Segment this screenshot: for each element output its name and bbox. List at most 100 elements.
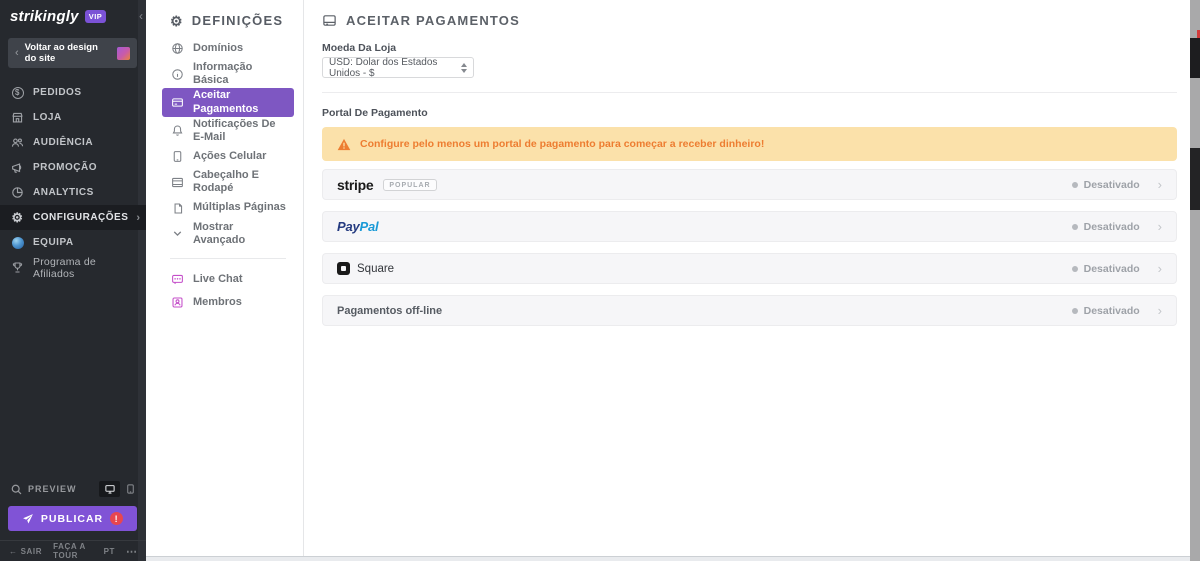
sidebar-item-label: EQUIPA bbox=[33, 237, 74, 248]
app-root: strikingly VIP ‹ ‹ Voltar ao design do s… bbox=[0, 0, 1200, 561]
device-toggle-group bbox=[99, 481, 136, 497]
pie-chart-icon bbox=[10, 185, 25, 200]
currency-select-value: USD: Dolar dos Estados Unidos - $ bbox=[329, 56, 438, 79]
sidebar-item-label: ANALYTICS bbox=[33, 187, 94, 198]
settings-item-cabecalho-e-rodape[interactable]: Cabeçalho E Rodapé bbox=[162, 168, 294, 196]
stripe-logo: stripe bbox=[337, 176, 374, 193]
sidebar-item-label: Programa de Afiliados bbox=[33, 255, 96, 280]
credit-card-icon bbox=[322, 13, 337, 28]
warning-text: Configure pelo menos um portal de pagame… bbox=[360, 138, 765, 150]
collapse-sidebar-icon[interactable]: ‹ bbox=[139, 9, 143, 23]
chevron-right-icon: › bbox=[1157, 303, 1162, 318]
bottom-edge-band bbox=[146, 557, 1200, 561]
page-title: ACEITAR PAGAMENTOS bbox=[346, 13, 520, 28]
publish-button[interactable]: PUBLICAR ! bbox=[8, 506, 137, 531]
gear-icon: ⚙ bbox=[11, 210, 24, 225]
sidebar-item-label: AUDIÊNCIA bbox=[33, 137, 94, 148]
gateway-status: Desativado › bbox=[1071, 177, 1162, 192]
chevron-right-icon: › bbox=[1157, 219, 1162, 234]
right-edge-strip bbox=[1190, 0, 1200, 561]
gateway-status: Desativado › bbox=[1071, 261, 1162, 276]
settings-item-dominios[interactable]: Domínios bbox=[162, 37, 294, 60]
main-content: ACEITAR PAGAMENTOS Moeda Da Loja USD: Do… bbox=[304, 0, 1200, 561]
sidebar-item-programa-de-afiliados[interactable]: Programa de Afiliados bbox=[0, 255, 146, 280]
sidebar-item-label: PROMOÇÃO bbox=[33, 162, 97, 173]
back-to-editor-button[interactable]: ‹ Voltar ao design do site bbox=[8, 38, 137, 68]
settings-item-live-chat[interactable]: Live Chat bbox=[162, 268, 294, 291]
strikingly-logo[interactable]: strikingly bbox=[10, 8, 79, 25]
megaphone-icon bbox=[10, 160, 25, 175]
desktop-preview-toggle[interactable] bbox=[99, 481, 120, 497]
status-label: Desativado bbox=[1083, 262, 1140, 275]
preview-label[interactable]: PREVIEW bbox=[28, 484, 77, 494]
sidebar-item-loja[interactable]: LOJA bbox=[0, 105, 146, 130]
member-icon bbox=[170, 295, 184, 309]
gateway-row-offline[interactable]: Pagamentos off-line Desativado › bbox=[322, 295, 1177, 326]
settings-item-mostrar-avancado[interactable]: Mostrar Avançado bbox=[162, 220, 294, 248]
sidebar-item-equipa[interactable]: EQUIPA bbox=[0, 230, 146, 255]
publish-label: PUBLICAR bbox=[40, 512, 104, 525]
settings-item-label: Aceitar Pagamentos bbox=[193, 89, 259, 115]
gateway-list: stripe POPULAR Desativado › PayPal Desat… bbox=[322, 169, 1177, 337]
publish-alert-badge: ! bbox=[110, 512, 124, 525]
gateway-status: Desativado › bbox=[1071, 303, 1162, 318]
more-options-icon[interactable]: ⋯ bbox=[126, 545, 137, 558]
right-strip-icon-block[interactable] bbox=[1190, 38, 1200, 78]
exit-link[interactable]: ← SAIR bbox=[9, 547, 42, 556]
warning-triangle-icon bbox=[337, 138, 351, 151]
settings-item-multiplas-paginas[interactable]: Múltiplas Páginas bbox=[162, 197, 294, 220]
globe-color-icon bbox=[10, 235, 25, 250]
select-arrows-icon bbox=[461, 62, 467, 73]
settings-item-label: Informação Básica bbox=[193, 61, 253, 87]
sidebar-item-promocao[interactable]: PROMOÇÃO bbox=[0, 155, 146, 180]
globe-icon bbox=[170, 42, 184, 56]
warning-banner: Configure pelo menos um portal de pagame… bbox=[322, 127, 1177, 161]
settings-item-label: Mostrar Avançado bbox=[193, 220, 246, 246]
rocket-icon bbox=[23, 513, 33, 523]
trophy-icon bbox=[10, 260, 25, 275]
currency-select[interactable]: USD: Dolar dos Estados Unidos - $ bbox=[322, 56, 474, 79]
logo-row: strikingly VIP ‹ bbox=[10, 4, 143, 28]
bottom-edge-line bbox=[146, 556, 1200, 557]
sidebar-item-pedidos[interactable]: $ PEDIDOS bbox=[0, 80, 146, 105]
settings-item-informacao-basica[interactable]: Informação Básica bbox=[162, 60, 294, 88]
sidebar-menu: $ PEDIDOS LOJA AUDIÊNCIA PROMOÇÃO ANALYT… bbox=[0, 80, 146, 280]
gear-icon: ⚙ bbox=[170, 12, 184, 29]
exit-label: SAIR bbox=[20, 546, 43, 556]
settings-items: Domínios Informação Básica Aceitar Pagam… bbox=[162, 37, 294, 314]
language-selector[interactable]: PT bbox=[104, 547, 115, 556]
status-label: Desativado bbox=[1083, 304, 1140, 317]
settings-divider bbox=[170, 257, 286, 259]
settings-item-aceitar-pagamentos[interactable]: Aceitar Pagamentos bbox=[162, 88, 294, 117]
storefront-icon bbox=[10, 110, 25, 125]
mobile-icon bbox=[170, 150, 184, 164]
gateway-row-stripe[interactable]: stripe POPULAR Desativado › bbox=[322, 169, 1177, 200]
sidebar-item-analytics[interactable]: ANALYTICS bbox=[0, 180, 146, 205]
sidebar-item-configuracoes[interactable]: ⚙ CONFIGURAÇÕES › bbox=[0, 205, 146, 230]
settings-item-notificacoes-de-email[interactable]: Notificações De E-Mail bbox=[162, 117, 294, 145]
paypal-logo: PayPal bbox=[337, 219, 379, 234]
settings-item-acoes-celular[interactable]: Ações Celular bbox=[162, 145, 294, 168]
mobile-preview-toggle[interactable] bbox=[124, 481, 136, 497]
people-icon bbox=[10, 135, 25, 150]
chevron-left-icon: ‹ bbox=[15, 47, 19, 59]
pages-icon bbox=[170, 201, 184, 215]
info-icon bbox=[170, 67, 184, 81]
chevron-right-icon: › bbox=[1157, 261, 1162, 276]
offline-payments-label: Pagamentos off-line bbox=[337, 304, 443, 317]
tour-link[interactable]: FAÇA A TOUR bbox=[53, 542, 92, 560]
gateway-row-square[interactable]: Square Desativado › bbox=[322, 253, 1177, 284]
right-strip-icon-block[interactable] bbox=[1190, 148, 1200, 210]
search-icon bbox=[10, 483, 23, 496]
settings-item-label: Domínios bbox=[193, 41, 244, 54]
settings-panel-title: DEFINIÇÕES bbox=[191, 13, 284, 28]
popular-badge: POPULAR bbox=[383, 178, 437, 191]
sidebar-item-audiencia[interactable]: AUDIÊNCIA bbox=[0, 130, 146, 155]
gateway-row-paypal[interactable]: PayPal Desativado › bbox=[322, 211, 1177, 242]
vip-badge: VIP bbox=[84, 9, 107, 23]
settings-panel: ⚙ DEFINIÇÕES Domínios Informação Básica bbox=[146, 0, 304, 561]
dollar-circle-icon: $ bbox=[10, 85, 25, 100]
settings-item-membros[interactable]: Membros bbox=[162, 291, 294, 314]
main-sidebar: strikingly VIP ‹ ‹ Voltar ao design do s… bbox=[0, 0, 146, 561]
gateway-section-label: Portal De Pagamento bbox=[322, 107, 428, 119]
